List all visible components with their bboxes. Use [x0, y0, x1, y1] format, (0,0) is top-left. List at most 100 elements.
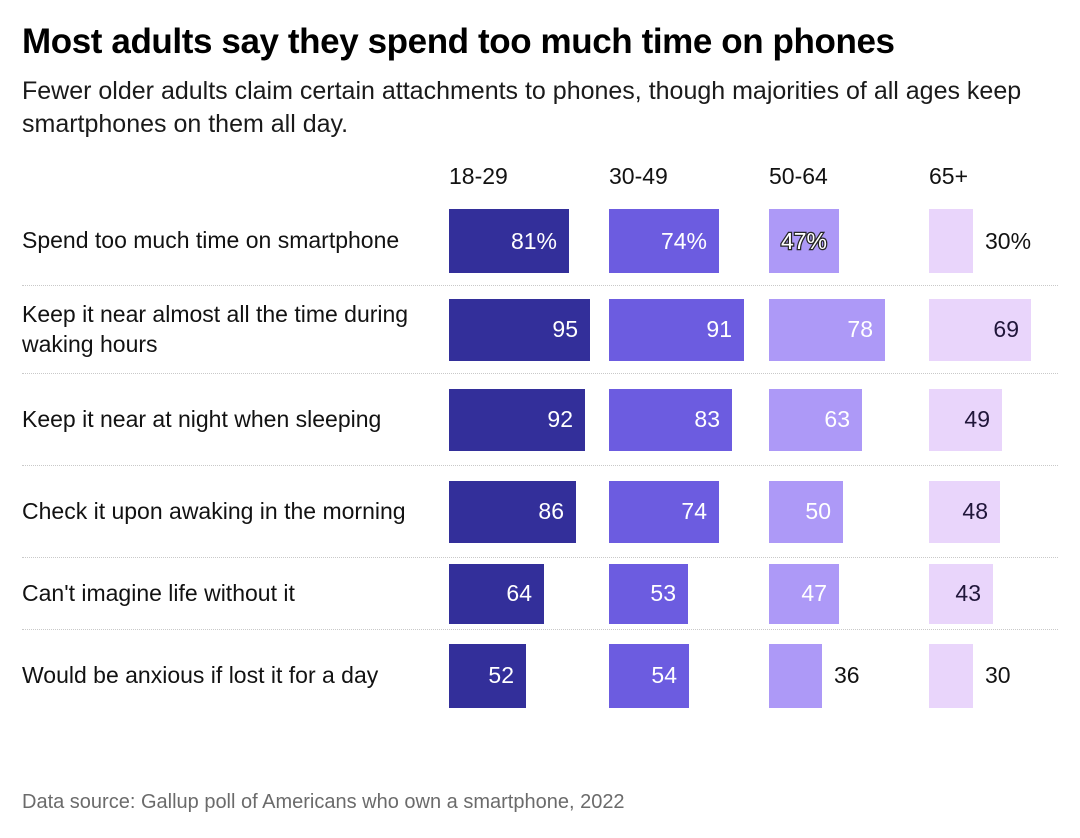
bar-value-label: 78 — [847, 316, 873, 343]
series-header-row: 18-29 30-49 50-64 65+ — [427, 163, 1058, 197]
row-label: Check it upon awaking in the morning — [22, 497, 406, 524]
bar-cell-65+[interactable]: 30% — [929, 209, 1032, 274]
bar[interactable]: 49 — [929, 388, 1002, 451]
bar-value-label: 81% — [510, 227, 557, 254]
bar[interactable]: 74 — [609, 480, 719, 543]
bar[interactable]: 53 — [609, 563, 688, 624]
bar-value-label: 74% — [660, 227, 707, 254]
bar[interactable]: 63 — [769, 388, 862, 451]
chart-row: Keep it near at night when sleeping 92 83 6… — [22, 373, 1058, 465]
bar-value-label: 47% — [780, 227, 829, 254]
bar[interactable]: 78 — [769, 298, 885, 361]
column-header-50-64: 50-64 — [769, 163, 828, 190]
bar-cell-18-29[interactable]: 92 — [449, 388, 585, 451]
bar[interactable]: 69 — [929, 298, 1031, 361]
bar-cell-50-64[interactable]: 50 — [769, 480, 843, 543]
bar[interactable]: 81% — [449, 209, 569, 274]
bar-cell-65+[interactable]: 69 — [929, 298, 1031, 361]
chart-subtitle: Fewer older adults claim certain attachm… — [22, 77, 1022, 139]
bar[interactable]: 52 — [449, 643, 526, 708]
bar-value-label: 49 — [964, 406, 990, 433]
bar[interactable]: 92 — [449, 388, 585, 451]
bar-cell-18-29[interactable]: 64 — [449, 563, 544, 624]
bar-cell-65+[interactable]: 49 — [929, 388, 1002, 451]
bar[interactable]: 47% — [769, 209, 839, 274]
bar-cell-65+[interactable]: 48 — [929, 480, 1000, 543]
bar-cell-30-49[interactable]: 83 — [609, 388, 732, 451]
bar[interactable]: 50 — [769, 480, 843, 543]
bar-value-label: 36 — [834, 662, 860, 689]
chart-row: Keep it near almost all the time during … — [22, 285, 1058, 373]
bar[interactable]: 43 — [929, 563, 993, 624]
row-label: Keep it near almost all the time during … — [22, 300, 409, 357]
chart-rows: Spend too much time on smartphone 81% 74% 4… — [22, 197, 1058, 721]
row-label: Would be anxious if lost it for a day — [22, 661, 379, 688]
bar-cell-18-29[interactable]: 81% — [449, 209, 569, 274]
bar-value-label: 50 — [805, 498, 831, 525]
chart-row: Can't imagine life without it 64 53 47 43 — [22, 557, 1058, 629]
row-bars: 92 83 63 49 — [427, 374, 1058, 465]
bar-value-label: 86 — [538, 498, 564, 525]
bar-value-label: 92 — [547, 406, 573, 433]
bar-value-label: 69 — [993, 316, 1019, 343]
bar-cell-30-49[interactable]: 53 — [609, 563, 688, 624]
bar-cell-30-49[interactable]: 54 — [609, 643, 689, 708]
bar[interactable]: 95 — [449, 298, 590, 361]
bar-cell-50-64[interactable]: 63 — [769, 388, 862, 451]
bar[interactable] — [929, 209, 973, 274]
bar-cell-50-64[interactable]: 36 — [769, 643, 860, 708]
bar-value-label: 74 — [681, 498, 707, 525]
bar-cell-50-64[interactable]: 47% — [769, 209, 839, 274]
bar-value-label: 95 — [552, 316, 578, 343]
bar-value-label: 47 — [801, 580, 827, 607]
bar-cell-30-49[interactable]: 74% — [609, 209, 719, 274]
bar[interactable]: 74% — [609, 209, 719, 274]
row-bars: 52 54 36 30 — [427, 630, 1058, 721]
bar-value-label: 52 — [488, 662, 514, 689]
bar[interactable]: 47 — [769, 563, 839, 624]
bar-cell-30-49[interactable]: 74 — [609, 480, 719, 543]
bar-cell-65+[interactable]: 30 — [929, 643, 1011, 708]
chart-row: Spend too much time on smartphone 81% 74% 4… — [22, 197, 1058, 285]
row-label: Can't imagine life without it — [22, 579, 295, 606]
bar-cell-18-29[interactable]: 86 — [449, 480, 576, 543]
bar-cell-50-64[interactable]: 47 — [769, 563, 839, 624]
bar-value-label: 54 — [651, 662, 677, 689]
column-header-18-29: 18-29 — [449, 163, 508, 190]
bar-cell-18-29[interactable]: 52 — [449, 643, 526, 708]
row-bars: 95 91 78 69 — [427, 286, 1058, 373]
column-header-30-49: 30-49 — [609, 163, 668, 190]
bar-cell-50-64[interactable]: 78 — [769, 298, 885, 361]
chart-source-note: Data source: Gallup poll of Americans wh… — [22, 791, 625, 813]
bar-value-label: 43 — [955, 580, 981, 607]
bar-value-label: 30 — [985, 662, 1011, 689]
chart-row: Would be anxious if lost it for a day 52 5… — [22, 629, 1058, 721]
bar-cell-18-29[interactable]: 95 — [449, 298, 590, 361]
bar[interactable]: 83 — [609, 388, 732, 451]
bar-value-label: 64 — [506, 580, 532, 607]
bar-value-label: 63 — [824, 406, 850, 433]
row-bars: 64 53 47 43 — [427, 558, 1058, 629]
bar-value-label: 48 — [962, 498, 988, 525]
bar[interactable] — [929, 643, 973, 708]
column-header-65+: 65+ — [929, 163, 969, 190]
bar[interactable]: 64 — [449, 563, 544, 624]
bar-value-label: 30% — [985, 227, 1032, 254]
chart-container: Most adults say they spend too much time… — [0, 0, 1080, 838]
bar-cell-65+[interactable]: 43 — [929, 563, 993, 624]
chart-title: Most adults say they spend too much time… — [22, 22, 895, 61]
bar[interactable]: 54 — [609, 643, 689, 708]
bar-cell-30-49[interactable]: 91 — [609, 298, 744, 361]
row-bars: 81% 74% 47% 30% — [427, 197, 1058, 285]
bar-value-label: 83 — [694, 406, 720, 433]
bar-value-label: 91 — [706, 316, 732, 343]
row-bars: 86 74 50 48 — [427, 466, 1058, 557]
bar[interactable] — [769, 643, 822, 708]
bar[interactable]: 91 — [609, 298, 744, 361]
chart-row: Check it upon awaking in the morning 86 74… — [22, 465, 1058, 557]
row-label: Keep it near at night when sleeping — [22, 405, 382, 432]
bar[interactable]: 48 — [929, 480, 1000, 543]
bar-value-label: 53 — [650, 580, 676, 607]
row-label: Spend too much time on smartphone — [22, 227, 400, 254]
bar[interactable]: 86 — [449, 480, 576, 543]
